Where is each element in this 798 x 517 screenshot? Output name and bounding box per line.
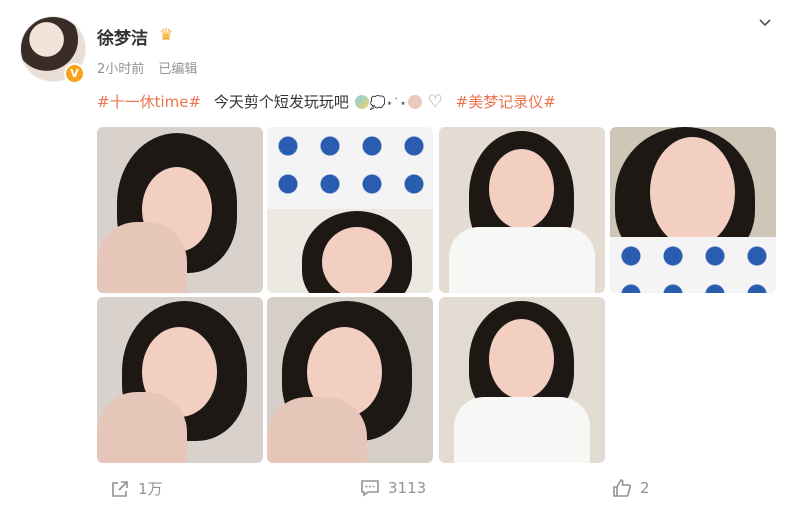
stars-emoji: ⋆˙⋆ [385,96,407,110]
photo-4[interactable] [610,127,776,293]
post-meta: 2小时前 已编辑 [97,58,207,77]
hashtag-link[interactable]: #美梦记录仪# [456,93,556,111]
like-button[interactable]: 2 [612,478,650,498]
post-text: #十一休time# 今天剪个短发玩玩吧 💭⋆˙⋆ ♡ #美梦记录仪# [97,91,556,112]
share-button[interactable]: 1万 [110,478,163,499]
author-name[interactable]: 徐梦洁 [97,24,148,49]
comment-button[interactable]: 3113 [360,478,426,498]
verified-badge-icon: V [64,63,85,84]
post-body: 今天剪个短发玩玩吧 [213,93,349,111]
person-emoji-icon [407,95,422,109]
photo-7[interactable] [439,297,605,463]
weibo-post-card: V 徐梦洁 ♛ 2小时前 已编辑 #十一休time# 今天剪个短发玩玩吧 💭⋆˙… [0,0,798,517]
heart-emoji: ♡ [427,92,443,112]
crown-icon: ♛ [159,25,174,44]
chevron-down-icon[interactable] [758,16,772,30]
action-bar: 1万 3113 2 [0,470,798,510]
like-count: 2 [640,479,650,497]
comment-count: 3113 [388,479,427,497]
thought-emoji: 💭 [369,96,386,111]
photo-6[interactable] [267,297,433,463]
photo-1[interactable] [97,127,263,293]
edited-label: 已编辑 [158,62,198,77]
share-icon [112,480,128,497]
comment-icon [361,480,379,497]
like-icon [613,479,631,497]
photo-2[interactable] [267,127,433,293]
hashtag-link[interactable]: #十一休time# [97,93,201,111]
share-count: 1万 [138,480,163,498]
post-time[interactable]: 2小时前 [97,62,144,77]
photo-5[interactable] [97,297,263,463]
crystal-emoji-icon [354,95,369,109]
photo-3[interactable] [439,127,605,293]
